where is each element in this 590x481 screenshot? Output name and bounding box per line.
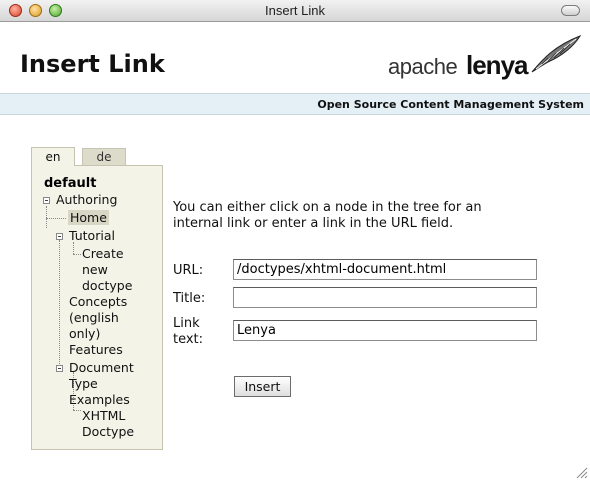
tree-node-label: doctype (82, 278, 133, 293)
site-tree-panel: default Authoring Home Tutorial Create n… (31, 165, 163, 450)
tree-node-document-type-examples[interactable]: Document Type Examples (69, 360, 134, 408)
tab-de[interactable]: de (82, 148, 126, 165)
link-text-input[interactable] (233, 320, 537, 341)
tree-node-xhtml-doctype[interactable]: XHTML Doctype (82, 408, 134, 440)
tree-root-default[interactable]: default (44, 176, 96, 191)
tree-guide-line (46, 218, 66, 219)
tree-node-label: only) (69, 326, 101, 341)
link-text-label: Link text: (173, 316, 203, 348)
tree-node-label: new (82, 262, 108, 277)
tree-node-label: Create (82, 246, 124, 261)
window-title: Insert Link (265, 3, 325, 18)
url-label: URL: (173, 263, 204, 278)
collapse-toggle-icon[interactable] (56, 365, 63, 372)
link-text-label-line: text: (173, 332, 204, 347)
collapse-toggle-icon[interactable] (56, 233, 63, 240)
logo-lenya-text: lenya (466, 50, 528, 80)
link-text-label-line: Link (173, 316, 200, 331)
tree-guide-line (46, 206, 47, 228)
url-input[interactable] (233, 259, 537, 280)
resize-grip-icon[interactable] (574, 465, 588, 479)
tree-node-label: Document (69, 360, 134, 375)
tree-node-label: XHTML (82, 408, 126, 423)
tree-node-create-new-doctype[interactable]: Create new doctype (82, 246, 132, 294)
insert-button[interactable]: Insert (234, 376, 291, 397)
title-label: Title: (173, 291, 206, 306)
logo-apache-text: apache (388, 54, 458, 79)
tree-node-label: (english (69, 310, 119, 325)
tree-guide-line (59, 240, 60, 364)
instructions-text: You can either click on a node in the tr… (173, 200, 482, 231)
header-subbar: Open Source Content Management System (0, 93, 590, 115)
tree-node-tutorial[interactable]: Tutorial (69, 228, 115, 244)
page-title: Insert Link (20, 50, 165, 78)
toolbar-toggle-button[interactable] (561, 5, 580, 16)
tree-node-label: Examples (69, 392, 130, 407)
tree-node-concepts[interactable]: Concepts (english only) (69, 294, 127, 342)
collapse-toggle-icon[interactable] (43, 197, 50, 204)
tab-en[interactable]: en (31, 147, 75, 166)
feather-icon (531, 35, 582, 73)
tree-node-authoring[interactable]: Authoring (56, 192, 117, 208)
tree-node-label: Doctype (82, 424, 135, 439)
tagline: Open Source Content Management System (317, 98, 584, 111)
tree-node-label: Concepts (69, 294, 128, 309)
tree-node-label: Home (68, 210, 109, 225)
title-input[interactable] (233, 287, 537, 308)
tree-guide-line (73, 410, 81, 411)
tree-node-label: Type (69, 376, 98, 391)
tree-node-features[interactable]: Features (69, 342, 123, 358)
apache-lenya-logo: apache lenya (388, 34, 584, 86)
window-titlebar: Insert Link (0, 0, 590, 22)
tree-guide-line (73, 254, 81, 255)
tree-node-home[interactable]: Home (68, 210, 109, 226)
